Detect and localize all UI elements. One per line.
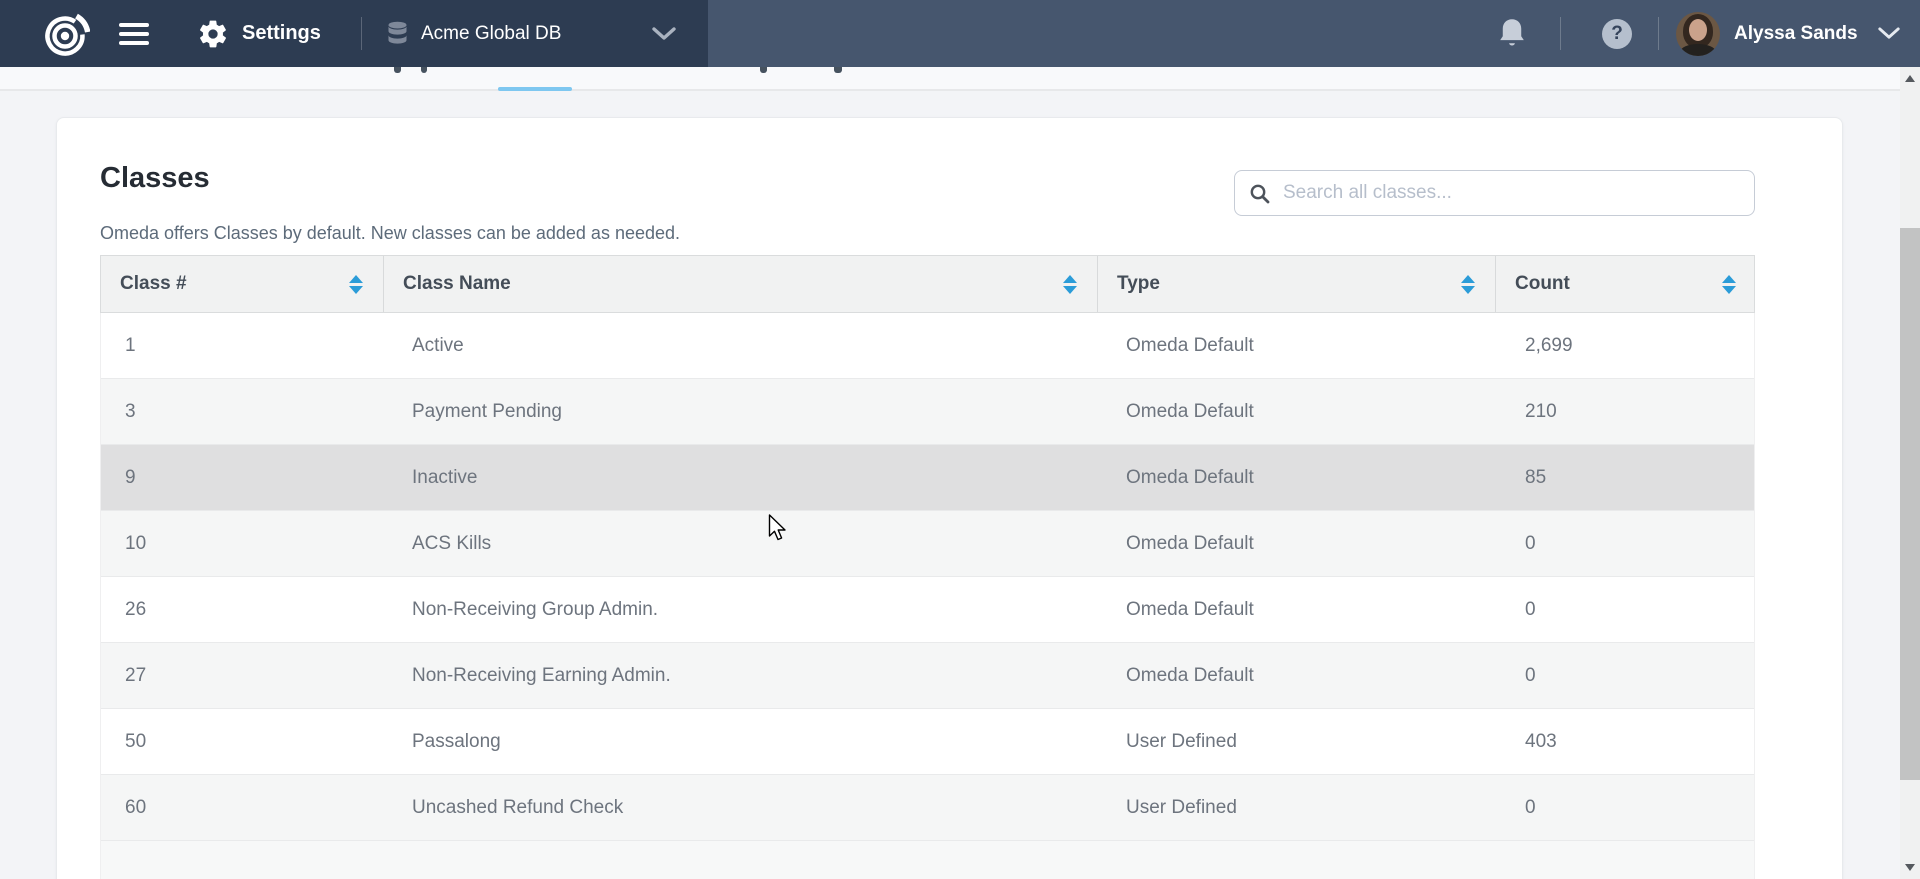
table-header-row: Class # Class Name Type Count — [100, 255, 1755, 313]
classes-table: Class # Class Name Type Count — [100, 255, 1755, 879]
cell-type: User Defined — [1097, 775, 1495, 840]
cell-class-name: Passalong — [383, 709, 1097, 774]
cell-class-name: Non-Receiving Earning Admin. — [383, 643, 1097, 708]
column-header-class-number[interactable]: Class # — [101, 256, 383, 312]
avatar — [1676, 12, 1720, 56]
cell-class-number: 26 — [101, 577, 383, 642]
cell-class-name: Payment Pending — [383, 379, 1097, 444]
cell-class-number: 27 — [101, 643, 383, 708]
table-row-hovered[interactable]: 9 Inactive Omeda Default 85 — [101, 445, 1754, 511]
app-viewport: Settings Acme Global DB ? — [0, 0, 1920, 879]
cell-class-number: 60 — [101, 775, 383, 840]
table-row[interactable]: 1 Active Omeda Default 2,699 — [101, 313, 1754, 379]
tab-label-fragment — [834, 67, 842, 73]
cell-count: 85 — [1495, 445, 1756, 510]
omeda-logo[interactable] — [40, 0, 90, 67]
tab-label-fragment — [394, 67, 401, 73]
hamburger-menu-button[interactable] — [118, 0, 150, 67]
sort-icon[interactable] — [349, 275, 363, 294]
topbar-divider — [361, 17, 362, 50]
scroll-down-arrow-icon[interactable] — [1905, 864, 1915, 871]
bell-icon — [1497, 18, 1527, 50]
cell-count: 210 — [1495, 379, 1756, 444]
cell-count: 0 — [1495, 775, 1756, 840]
vertical-scrollbar[interactable] — [1900, 67, 1920, 879]
cell-type: User Defined — [1097, 709, 1495, 774]
table-row[interactable]: 50 Passalong User Defined 403 — [101, 709, 1754, 775]
scroll-up-arrow-icon[interactable] — [1905, 75, 1915, 82]
column-header-class-name[interactable]: Class Name — [383, 256, 1097, 312]
tab-label-fragment — [760, 67, 767, 73]
user-menu[interactable]: Alyssa Sands — [1676, 0, 1900, 67]
cell-class-number: 10 — [101, 511, 383, 576]
table-row-partial — [101, 841, 1754, 879]
database-icon — [384, 20, 411, 47]
settings-nav[interactable]: Settings — [197, 0, 321, 67]
cell-class-name: Inactive — [383, 445, 1097, 510]
sort-icon[interactable] — [1461, 275, 1475, 294]
table-row[interactable]: 27 Non-Receiving Earning Admin. Omeda De… — [101, 643, 1754, 709]
topbar-divider — [1658, 17, 1659, 50]
help-button[interactable]: ? — [1602, 0, 1632, 67]
topbar-divider — [1560, 17, 1561, 50]
column-header-count[interactable]: Count — [1495, 256, 1756, 312]
cell-type: Omeda Default — [1097, 313, 1495, 378]
tab-bar — [0, 67, 1920, 91]
notifications-button[interactable] — [1497, 0, 1527, 67]
active-tab-indicator[interactable] — [498, 87, 572, 91]
cell-class-number: 50 — [101, 709, 383, 774]
classes-card: Classes Omeda offers Classes by default.… — [56, 117, 1843, 879]
chevron-down-icon — [1878, 27, 1900, 40]
help-icon: ? — [1602, 19, 1632, 49]
cell-class-name: Active — [383, 313, 1097, 378]
database-name: Acme Global DB — [421, 23, 561, 45]
cell-type: Omeda Default — [1097, 577, 1495, 642]
cell-count: 2,699 — [1495, 313, 1756, 378]
table-row[interactable]: 10 ACS Kills Omeda Default 0 — [101, 511, 1754, 577]
table-row[interactable]: 60 Uncashed Refund Check User Defined 0 — [101, 775, 1754, 841]
search-input[interactable] — [1234, 170, 1755, 216]
page-title: Classes — [100, 162, 210, 195]
omeda-logo-icon — [40, 9, 90, 59]
gear-icon — [197, 18, 229, 50]
cell-class-name: Uncashed Refund Check — [383, 775, 1097, 840]
chevron-down-icon — [652, 27, 676, 41]
table-body: 1 Active Omeda Default 2,699 3 Payment P… — [100, 313, 1755, 879]
cell-class-number: 9 — [101, 445, 383, 510]
cell-count: 0 — [1495, 577, 1756, 642]
cell-count: 0 — [1495, 643, 1756, 708]
cell-type: Omeda Default — [1097, 511, 1495, 576]
sort-icon[interactable] — [1722, 275, 1736, 294]
page-content: Classes Omeda offers Classes by default.… — [0, 93, 1920, 879]
user-name: Alyssa Sands — [1734, 23, 1858, 45]
hamburger-icon — [119, 23, 149, 27]
database-selector[interactable]: Acme Global DB — [384, 0, 684, 67]
sort-icon[interactable] — [1063, 275, 1077, 294]
table-row[interactable]: 3 Payment Pending Omeda Default 210 — [101, 379, 1754, 445]
table-row[interactable]: 26 Non-Receiving Group Admin. Omeda Defa… — [101, 577, 1754, 643]
search-box — [1234, 170, 1755, 216]
cell-count: 0 — [1495, 511, 1756, 576]
cell-type: Omeda Default — [1097, 445, 1495, 510]
scrollbar-thumb[interactable] — [1900, 228, 1920, 780]
cell-type: Omeda Default — [1097, 379, 1495, 444]
cell-type: Omeda Default — [1097, 643, 1495, 708]
page-description: Omeda offers Classes by default. New cla… — [100, 223, 680, 244]
top-navigation-bar: Settings Acme Global DB ? — [0, 0, 1920, 67]
cell-class-name: Non-Receiving Group Admin. — [383, 577, 1097, 642]
cell-class-name: ACS Kills — [383, 511, 1097, 576]
cell-count: 403 — [1495, 709, 1756, 774]
settings-label: Settings — [242, 22, 321, 45]
cell-class-number: 1 — [101, 313, 383, 378]
cell-class-number: 3 — [101, 379, 383, 444]
tab-label-fragment — [421, 67, 427, 73]
column-header-type[interactable]: Type — [1097, 256, 1495, 312]
